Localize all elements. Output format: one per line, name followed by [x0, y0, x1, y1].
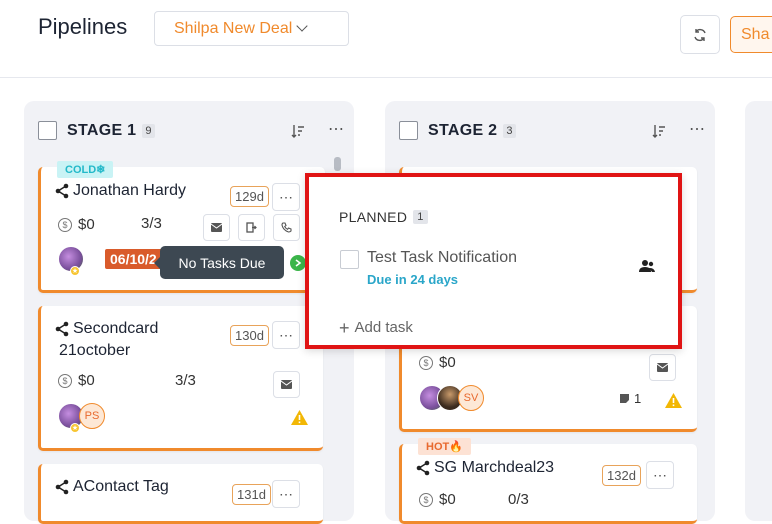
stage-header: STAGE 1 9: [38, 121, 155, 140]
hot-tag: HOT🔥: [418, 438, 471, 455]
deal-age: 130d: [230, 325, 269, 346]
refresh-button[interactable]: [680, 15, 720, 54]
deal-progress: 3/3: [175, 372, 196, 389]
top-bar: Pipelines Shilpa New Deal Sha: [0, 0, 772, 78]
share-icon: [55, 479, 69, 495]
coin-icon: $: [58, 217, 72, 232]
card-more-button[interactable]: ⋯: [272, 183, 300, 211]
page-title: Pipelines: [38, 14, 128, 39]
deal-name[interactable]: SG Marchdeal23: [416, 457, 554, 479]
planned-heading: PLANNED 1: [339, 209, 428, 225]
add-task-button[interactable]: + Add task: [339, 317, 413, 338]
sort-icon[interactable]: [290, 123, 306, 139]
deal-card[interactable]: Secondcard 21october 130d ⋯ $ $0 3/3 PS …: [38, 306, 323, 451]
tasks-indicator-icon[interactable]: [290, 255, 306, 271]
deal-name[interactable]: Jonathan Hardy: [55, 180, 186, 202]
email-button[interactable]: [649, 354, 676, 381]
deal-name[interactable]: Secondcard 21october: [55, 318, 158, 362]
envelope-icon: [211, 223, 222, 232]
envelope-icon: [657, 363, 668, 372]
star-icon: ★: [70, 423, 80, 433]
share-icon: [55, 321, 69, 337]
deal-amount: $ $0: [419, 354, 456, 371]
task-due: Due in 24 days: [367, 272, 459, 287]
refresh-icon: [694, 28, 706, 41]
exit-icon: [246, 222, 257, 233]
deal-progress: 3/3: [141, 215, 162, 232]
stage-header: STAGE 2 3: [399, 121, 516, 140]
sort-icon[interactable]: [651, 123, 667, 139]
deal-age: 132d: [602, 465, 641, 486]
deal-amount: $ $0: [419, 491, 456, 508]
deal-amount: $ $0: [58, 372, 95, 389]
select-stage-checkbox[interactable]: [38, 121, 57, 140]
select-stage-checkbox[interactable]: [399, 121, 418, 140]
pipeline-select[interactable]: Shilpa New Deal: [154, 11, 349, 46]
stage-title: STAGE 1: [67, 121, 137, 139]
deal-card[interactable]: AContact Tag 131d ⋯: [38, 464, 323, 524]
warning-icon: [291, 410, 308, 425]
task-name[interactable]: Test Task Notification: [367, 249, 517, 267]
share-icon: [55, 183, 69, 199]
tasks-tooltip: No Tasks Due: [154, 246, 284, 279]
stage-count: 3: [503, 123, 516, 138]
note-icon: [620, 394, 629, 403]
card-more-button[interactable]: ⋯: [646, 461, 674, 489]
scrollbar[interactable]: [334, 157, 341, 171]
deal-age: 129d: [230, 186, 269, 207]
email-button[interactable]: [203, 214, 230, 241]
star-icon: ★: [70, 266, 80, 276]
stage-more-icon[interactable]: ⋯: [328, 119, 345, 139]
chevron-down-icon: [296, 20, 308, 32]
stage-count: 9: [142, 123, 155, 138]
owner-initials: PS: [79, 403, 105, 429]
coin-icon: $: [419, 355, 433, 370]
share-button[interactable]: Sha: [730, 16, 772, 53]
call-button[interactable]: [273, 214, 300, 241]
stage-more-icon[interactable]: ⋯: [689, 119, 706, 139]
envelope-icon: [281, 380, 292, 389]
coin-icon: $: [58, 373, 72, 388]
task-checkbox[interactable]: [340, 250, 359, 269]
stage-title: STAGE 2: [428, 121, 498, 139]
move-button[interactable]: [238, 214, 265, 241]
plus-icon: +: [339, 317, 350, 338]
deal-amount: $ $0: [58, 216, 95, 233]
phone-icon: [281, 222, 292, 233]
stage-column-3: [745, 101, 772, 521]
pipeline-select-value: Shilpa New Deal: [174, 19, 293, 37]
owner-initials: SV: [458, 385, 484, 411]
planned-count: 1: [413, 210, 428, 224]
deal-name[interactable]: AContact Tag: [55, 476, 169, 498]
warning-icon: [665, 393, 682, 408]
deal-card[interactable]: HOT🔥 SG Marchdeal23 132d ⋯ $ $0 0/3: [399, 438, 697, 524]
email-button[interactable]: [273, 371, 300, 398]
cold-tag: COLD❄: [57, 161, 114, 178]
coin-icon: $: [419, 492, 433, 507]
share-icon: [416, 460, 430, 476]
deal-progress: 0/3: [508, 491, 529, 508]
assignee-icon: [639, 260, 655, 272]
card-more-button[interactable]: ⋯: [272, 480, 300, 508]
tasks-popup: PLANNED 1 Test Task Notification Due in …: [305, 173, 682, 349]
card-more-button[interactable]: ⋯: [272, 321, 300, 349]
notes-count: 1: [619, 391, 641, 406]
